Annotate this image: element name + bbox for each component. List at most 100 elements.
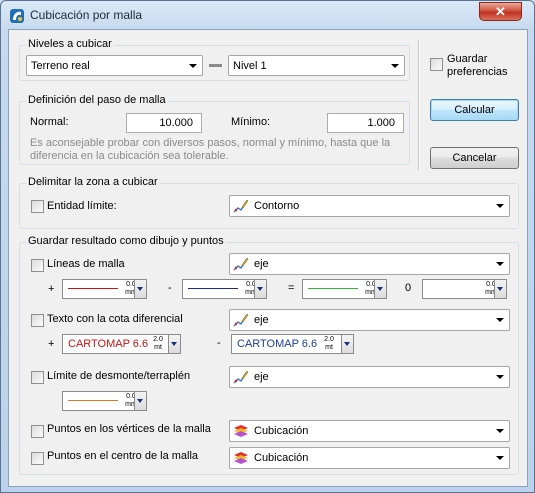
chevron-down-icon	[391, 64, 399, 68]
line-style-equals[interactable]: 0.0 mm	[302, 279, 387, 299]
dash-separator	[209, 64, 222, 67]
text-size: 2.0 mt	[324, 336, 334, 351]
text-style-minus-value: CARTOMAP 6.6	[237, 338, 318, 350]
guardar-group-title: Guardar resultado como dibujo y puntos	[26, 235, 226, 247]
texto-layer-value: eje	[254, 314, 269, 326]
line-style-zero[interactable]: 0.0 mm	[422, 279, 507, 299]
line-style-minus[interactable]: 0.0 mm	[182, 279, 267, 299]
entidad-limite-checkbox[interactable]	[31, 200, 44, 213]
paso-hint-line-2: diferencia en la cubicación sea tolerabl…	[30, 150, 229, 162]
lineas-malla-label: Líneas de malla	[47, 258, 125, 270]
vertical-separator	[418, 40, 420, 170]
paso-hint-line-1: Es aconsejable probar con diversos pasos…	[30, 137, 391, 149]
limite-desmonte-label: Límite de desmonte/terraplén	[47, 370, 191, 382]
chevron-down-icon	[257, 287, 263, 291]
nivel-from-value: Terreno real	[31, 60, 90, 72]
limite-layer-value: eje	[254, 371, 269, 383]
line-style-dropdown[interactable]	[374, 280, 386, 298]
line-sample-plus	[68, 288, 118, 289]
lineas-layer-select[interactable]: eje	[229, 253, 510, 275]
lineas-layer-value: eje	[254, 258, 269, 270]
plus-sign: +	[48, 338, 55, 350]
guardar-preferencias-label-1: Guardar	[447, 53, 488, 65]
centro-layer-value: Cubicación	[254, 452, 309, 464]
normal-value: 10.000	[159, 117, 193, 129]
window-title: Cubicación por malla	[30, 8, 143, 22]
line-style-dropdown[interactable]	[134, 392, 146, 410]
chevron-down-icon	[344, 342, 350, 346]
vertices-layer-value: Cubicación	[254, 425, 309, 437]
close-icon: ✕	[495, 4, 506, 19]
line-style-dropdown[interactable]	[254, 280, 266, 298]
normal-input[interactable]: 10.000	[126, 113, 202, 133]
chevron-down-icon	[137, 399, 143, 403]
line-style-plus[interactable]: 0.0 mm	[62, 279, 147, 299]
app-icon	[10, 9, 24, 23]
minimo-input[interactable]: 1.000	[327, 113, 404, 133]
dialog-client: Niveles a cubicar Terreno real Nivel 1 G…	[8, 29, 528, 487]
puntos-centro-label: Puntos en el centro de la malla	[47, 450, 199, 462]
chevron-down-icon	[496, 318, 504, 322]
centro-layer-select[interactable]: Cubicación	[229, 447, 510, 469]
text-style-dropdown[interactable]	[341, 335, 353, 353]
entidad-limite-select[interactable]: Contorno	[229, 195, 510, 217]
minus-sign: -	[168, 282, 172, 294]
texto-cota-checkbox[interactable]	[31, 314, 44, 327]
line-style-dropdown[interactable]	[134, 280, 146, 298]
text-style-dropdown[interactable]	[168, 335, 180, 353]
minimo-label: Mínimo:	[231, 116, 271, 128]
text-style-minus[interactable]: CARTOMAP 6.6 2.0 mt	[231, 334, 354, 354]
niveles-group-title: Niveles a cubicar	[26, 38, 114, 50]
puntos-vertices-label: Puntos en los vértices de la malla	[47, 423, 211, 435]
entidad-limite-label: Entidad límite:	[47, 200, 117, 212]
chevron-down-icon	[496, 375, 504, 379]
line-style-limite[interactable]: 0.0 mm	[62, 391, 147, 411]
chevron-down-icon	[496, 262, 504, 266]
puntos-centro-checkbox[interactable]	[31, 452, 44, 465]
equals-sign: =	[288, 282, 295, 294]
minus-sign: -	[217, 337, 221, 349]
chevron-down-icon	[497, 287, 503, 291]
guardar-preferencias-checkbox[interactable]	[430, 58, 443, 71]
limite-layer-select[interactable]: eje	[229, 366, 510, 388]
line-style-dropdown[interactable]	[494, 280, 506, 298]
nivel-to-value: Nivel 1	[233, 60, 267, 72]
lineas-malla-checkbox[interactable]	[31, 259, 44, 272]
cancelar-button[interactable]: Cancelar	[430, 147, 519, 169]
limite-desmonte-checkbox[interactable]	[31, 371, 44, 384]
texto-cota-label: Texto con la cota diferencial	[47, 313, 183, 325]
entidad-limite-value: Contorno	[254, 200, 300, 212]
minimo-value: 1.000	[367, 117, 395, 129]
title-bar: Cubicación por malla ✕	[1, 1, 534, 29]
pencil-line-icon	[233, 370, 249, 384]
nivel-from-select[interactable]: Terreno real	[26, 55, 203, 76]
chevron-down-icon	[496, 204, 504, 208]
layers-icon	[234, 452, 248, 464]
calcular-button[interactable]: Calcular	[430, 99, 519, 121]
chevron-down-icon	[496, 456, 504, 460]
line-sample-equals	[308, 288, 358, 289]
texto-layer-select[interactable]: eje	[229, 309, 510, 331]
puntos-vertices-checkbox[interactable]	[31, 425, 44, 438]
line-sample-zero	[428, 288, 478, 289]
dialog-window: Cubicación por malla ✕ Niveles a cubicar…	[0, 0, 535, 493]
chevron-down-icon	[377, 287, 383, 291]
paso-group-title: Definición del paso de malla	[26, 94, 168, 106]
text-style-plus-value: CARTOMAP 6.6	[68, 338, 149, 350]
normal-label: Normal:	[30, 116, 69, 128]
layers-icon	[234, 425, 248, 437]
chevron-down-icon	[171, 342, 177, 346]
text-style-plus[interactable]: CARTOMAP 6.6 2.0 mt	[62, 334, 181, 354]
chevron-down-icon	[137, 287, 143, 291]
line-sample-limite	[68, 400, 118, 401]
pencil-line-icon	[233, 199, 249, 213]
pencil-line-icon	[233, 257, 249, 271]
chevron-down-icon	[496, 429, 504, 433]
nivel-to-select[interactable]: Nivel 1	[228, 55, 405, 76]
close-button[interactable]: ✕	[479, 2, 522, 21]
zona-group-title: Delimitar la zona a cubicar	[26, 176, 160, 188]
vertices-layer-select[interactable]: Cubicación	[229, 420, 510, 442]
zero-sign: 0	[405, 282, 412, 294]
calcular-label: Calcular	[454, 104, 495, 116]
line-sample-minus	[188, 288, 238, 289]
